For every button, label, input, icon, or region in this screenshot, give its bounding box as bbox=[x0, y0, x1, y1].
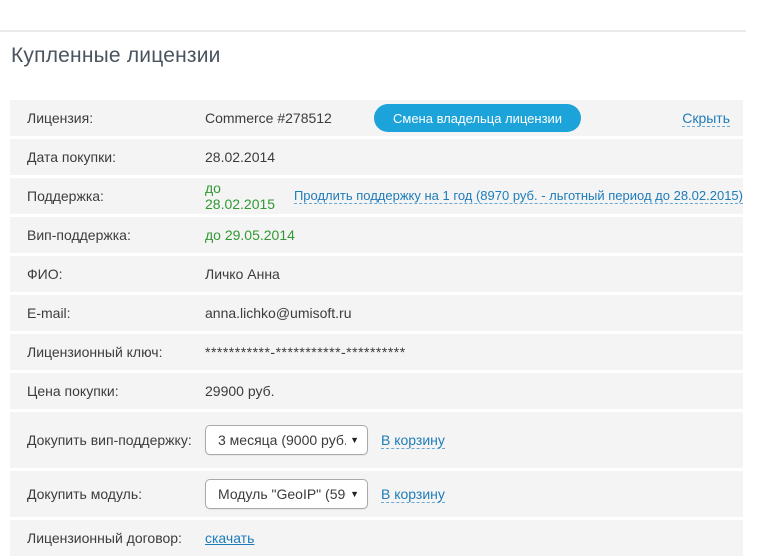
support-until-value: до 28.02.2015 bbox=[205, 180, 284, 212]
hide-link[interactable]: Скрыть bbox=[682, 110, 730, 127]
module-select-value: Модуль "GeoIP" (5900 р bbox=[218, 486, 346, 502]
row-buy-module: Докупить модуль: Модуль "GeoIP" (5900 р … bbox=[10, 471, 743, 517]
row-license-key: Лицензионный ключ: ***********-*********… bbox=[10, 334, 743, 370]
license-table: Лицензия: Commerce #278512 Смена владель… bbox=[10, 100, 743, 557]
vip-support-select-value: 3 месяца (9000 руб.) bbox=[218, 432, 346, 448]
row-support: Поддержка: до 28.02.2015 Продлить поддер… bbox=[10, 178, 743, 214]
row-fio: ФИО: Личко Анна bbox=[10, 256, 743, 292]
vip-support-until-value: до 29.05.2014 bbox=[205, 227, 295, 243]
download-agreement-link[interactable]: скачать bbox=[205, 530, 254, 546]
row-purchase-date: Дата покупки: 28.02.2014 bbox=[10, 139, 743, 175]
hide-link-wrap: Скрыть bbox=[682, 110, 730, 126]
license-value: Commerce #278512 bbox=[205, 110, 374, 126]
email-value: anna.lichko@umisoft.ru bbox=[205, 305, 352, 321]
support-label: Поддержка: bbox=[27, 187, 205, 206]
license-agreement-label: Лицензионный договор: bbox=[27, 529, 205, 548]
license-key-label: Лицензионный ключ: bbox=[27, 343, 205, 362]
row-vip-support: Вип-поддержка: до 29.05.2014 bbox=[10, 217, 743, 253]
row-purchase-price: Цена покупки: 29900 руб. bbox=[10, 373, 743, 409]
add-to-cart-link-module[interactable]: В корзину bbox=[381, 486, 445, 503]
purchase-price-value: 29900 руб. bbox=[205, 383, 275, 399]
vip-support-label: Вип-поддержка: bbox=[27, 226, 205, 245]
chevron-down-icon: ▼ bbox=[350, 435, 359, 445]
vip-support-select[interactable]: 3 месяца (9000 руб.) ▼ bbox=[205, 425, 368, 455]
purchase-price-label: Цена покупки: bbox=[27, 382, 205, 401]
add-to-cart-link-vip[interactable]: В корзину bbox=[381, 432, 445, 449]
buy-vip-support-label: Докупить вип-поддержку: bbox=[27, 431, 205, 450]
email-label: E-mail: bbox=[27, 304, 205, 323]
chevron-down-icon: ▼ bbox=[350, 489, 359, 499]
extend-support-link[interactable]: Продлить поддержку на 1 год (8970 руб. -… bbox=[294, 188, 743, 204]
purchase-date-value: 28.02.2014 bbox=[205, 149, 275, 165]
buy-module-label: Докупить модуль: bbox=[27, 485, 205, 504]
purchase-date-label: Дата покупки: bbox=[27, 148, 205, 167]
change-owner-button[interactable]: Смена владельца лицензии bbox=[374, 104, 581, 132]
row-license: Лицензия: Commerce #278512 Смена владель… bbox=[10, 100, 743, 136]
page-title: Купленные лицензии bbox=[11, 44, 221, 68]
cart-link-wrap: В корзину bbox=[381, 486, 445, 502]
module-select[interactable]: Модуль "GeoIP" (5900 р ▼ bbox=[205, 479, 368, 509]
fio-value: Личко Анна bbox=[205, 266, 280, 282]
top-divider bbox=[0, 30, 746, 32]
license-key-value: ***********-***********-********** bbox=[205, 344, 406, 360]
row-license-agreement: Лицензионный договор: скачать bbox=[10, 520, 743, 556]
fio-label: ФИО: bbox=[27, 265, 205, 284]
row-email: E-mail: anna.lichko@umisoft.ru bbox=[10, 295, 743, 331]
license-label: Лицензия: bbox=[27, 109, 205, 128]
cart-link-wrap: В корзину bbox=[381, 432, 445, 448]
row-buy-vip-support: Докупить вип-поддержку: 3 месяца (9000 р… bbox=[10, 412, 743, 468]
